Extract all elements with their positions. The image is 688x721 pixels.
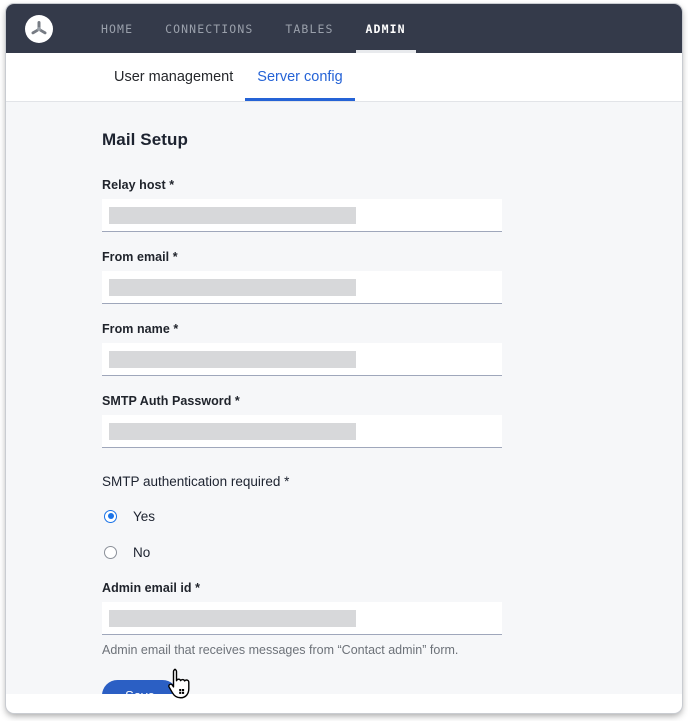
redaction-bar bbox=[109, 610, 356, 627]
page-title: Mail Setup bbox=[102, 130, 682, 150]
tab-user-management-label: User management bbox=[114, 69, 233, 85]
sub-tab-bar: User management Server config bbox=[6, 53, 682, 102]
field-relay-host-label: Relay host * bbox=[102, 178, 682, 192]
admin-email-id-input[interactable] bbox=[102, 602, 502, 635]
nav-links: HOME CONNECTIONS TABLES ADMIN bbox=[85, 4, 422, 53]
nav-link-tables[interactable]: TABLES bbox=[269, 4, 349, 53]
field-from-name: From name * bbox=[102, 322, 682, 376]
field-admin-email-id: Admin email id * Admin email that receiv… bbox=[102, 581, 682, 657]
redaction-bar bbox=[109, 423, 356, 440]
top-navigation-bar: HOME CONNECTIONS TABLES ADMIN bbox=[6, 4, 682, 53]
smtp-authentication-required-group: SMTP authentication required * Yes No bbox=[102, 474, 682, 567]
smtp-authentication-required-label: SMTP authentication required * bbox=[102, 474, 682, 489]
field-smtp-auth-password-label: SMTP Auth Password * bbox=[102, 394, 682, 408]
admin-email-helper-text: Admin email that receives messages from … bbox=[102, 643, 682, 657]
relay-host-input[interactable] bbox=[102, 199, 502, 232]
nav-link-home[interactable]: HOME bbox=[85, 4, 149, 53]
app-window: HOME CONNECTIONS TABLES ADMIN User manag… bbox=[6, 4, 682, 713]
redaction-bar bbox=[109, 279, 356, 296]
propeller-logo-icon[interactable] bbox=[25, 15, 53, 43]
nav-link-admin[interactable]: ADMIN bbox=[350, 4, 422, 53]
field-admin-email-id-label: Admin email id * bbox=[102, 581, 682, 595]
radio-option-yes-label: Yes bbox=[133, 509, 155, 524]
save-button[interactable]: Save bbox=[102, 680, 178, 694]
field-from-email: From email * bbox=[102, 250, 682, 304]
radio-option-yes[interactable]: Yes bbox=[102, 501, 682, 531]
from-name-input[interactable] bbox=[102, 343, 502, 376]
field-from-email-label: From email * bbox=[102, 250, 682, 264]
radio-unchecked-icon[interactable] bbox=[104, 546, 117, 559]
tab-server-config[interactable]: Server config bbox=[245, 53, 354, 101]
redaction-bar bbox=[109, 207, 356, 224]
radio-checked-icon[interactable] bbox=[104, 510, 117, 523]
content-pane: Mail Setup Relay host * From email * Fro… bbox=[6, 102, 682, 694]
nav-link-connections-label: CONNECTIONS bbox=[165, 22, 253, 36]
field-from-name-label: From name * bbox=[102, 322, 682, 336]
redaction-bar bbox=[109, 351, 356, 368]
nav-link-admin-label: ADMIN bbox=[366, 22, 406, 36]
nav-link-tables-label: TABLES bbox=[285, 22, 333, 36]
nav-link-connections[interactable]: CONNECTIONS bbox=[149, 4, 269, 53]
tab-server-config-label: Server config bbox=[257, 69, 342, 85]
from-email-input[interactable] bbox=[102, 271, 502, 304]
radio-option-no-label: No bbox=[133, 545, 150, 560]
nav-link-home-label: HOME bbox=[101, 22, 133, 36]
radio-option-no[interactable]: No bbox=[102, 537, 682, 567]
tab-user-management[interactable]: User management bbox=[102, 53, 245, 101]
smtp-auth-password-input[interactable] bbox=[102, 415, 502, 448]
field-smtp-auth-password: SMTP Auth Password * bbox=[102, 394, 682, 448]
field-relay-host: Relay host * bbox=[102, 178, 682, 232]
